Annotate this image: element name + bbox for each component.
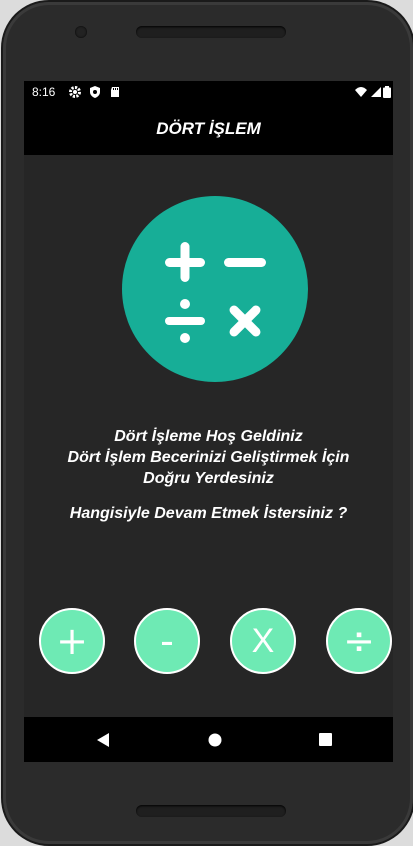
math-operations-logo: [122, 196, 308, 382]
bottom-speaker: [136, 805, 286, 817]
phone-frame: 8:16 DÖRT İŞLEM Dört İşleme Hoş Geldiniz…: [3, 2, 413, 844]
welcome-line-1: Dört İşleme Hoş Geldiniz: [114, 428, 303, 445]
multiply-button[interactable]: X: [230, 608, 296, 674]
front-camera: [75, 26, 87, 38]
shield-icon: [90, 86, 100, 98]
app-title: DÖRT İŞLEM: [156, 119, 261, 138]
app-bar: DÖRT İŞLEM: [24, 103, 393, 155]
welcome-line-3: Doğru Yerdesiniz: [143, 470, 274, 487]
status-time: 8:16: [32, 85, 56, 99]
signal-icon: [371, 87, 381, 97]
divide-button[interactable]: ÷: [326, 608, 392, 674]
add-button[interactable]: +: [39, 608, 105, 674]
home-icon[interactable]: [208, 733, 222, 747]
settings-icon: [69, 86, 81, 98]
subtract-button[interactable]: -: [134, 608, 200, 674]
wifi-icon: [355, 87, 367, 97]
question-text: Hangisiyle Devam Etmek İstersiniz ?: [69, 505, 348, 522]
earpiece-speaker: [136, 26, 286, 38]
screen: 8:16 DÖRT İŞLEM Dört İşleme Hoş Geldiniz…: [24, 81, 393, 762]
status-bar: 8:16: [24, 81, 393, 103]
battery-icon: [383, 86, 391, 98]
recents-icon[interactable]: [319, 733, 332, 746]
back-icon[interactable]: [96, 732, 110, 748]
operations-logo-icon: [165, 242, 266, 343]
navigation-bar: [24, 717, 393, 762]
sd-card-icon: [111, 87, 119, 97]
welcome-line-2: Dört İşlem Becerinizi Geliştirmek İçin: [67, 449, 350, 466]
